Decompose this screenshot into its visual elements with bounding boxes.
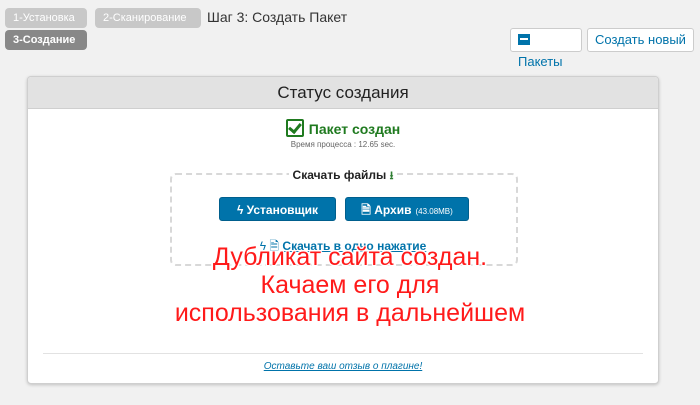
overlay-caption: Дубликат сайта создан. Качаем его для ис… [140, 243, 560, 327]
page-title: Шаг 3: Создать Пакет [207, 9, 348, 25]
file-zip-icon: 🗎 [361, 203, 371, 217]
archive-box-icon [518, 34, 530, 45]
archive-size: (43.08MB) [415, 207, 453, 216]
caption-line-2: Качаем его для [260, 271, 440, 299]
panel-title: Статус создания [28, 77, 658, 109]
packages-button[interactable]: Пакеты [510, 28, 582, 69]
installer-button-label: Установщик [246, 203, 319, 217]
caption-line-1: Дубликат сайта создан. [212, 243, 488, 271]
check-square-icon [285, 119, 304, 137]
download-files-label: Скачать файлы ⭳ [28, 167, 658, 186]
build-status-panel: Статус создания Пакет создан Время проце… [27, 76, 659, 384]
create-new-button[interactable]: Создать новый [587, 28, 694, 52]
packages-button-label: Пакеты [518, 54, 563, 69]
bolt-icon: ϟ [236, 203, 244, 217]
download-label-text: Скачать файлы [292, 168, 387, 182]
step-create-active: 3-Создание [5, 30, 87, 50]
archive-button[interactable]: 🗎 Архив (43.08MB) [345, 197, 469, 221]
installer-button[interactable]: ϟ Установщик [219, 197, 336, 221]
feedback-link[interactable]: Оставьте ваш отзыв о плагине! [28, 361, 658, 372]
status-text: Пакет создан [308, 121, 401, 137]
divider [43, 353, 643, 354]
status-message: Пакет создан [28, 119, 658, 137]
archive-button-label: Архив [374, 203, 412, 217]
download-icon: ⭳ [389, 170, 394, 182]
caption-line-3: использования в дальнейшем [174, 299, 526, 327]
process-time: Время процесса : 12.65 sec. [290, 140, 396, 149]
step-install: 1-Установка [5, 8, 87, 28]
step-scan: 2-Сканирование [95, 8, 201, 28]
